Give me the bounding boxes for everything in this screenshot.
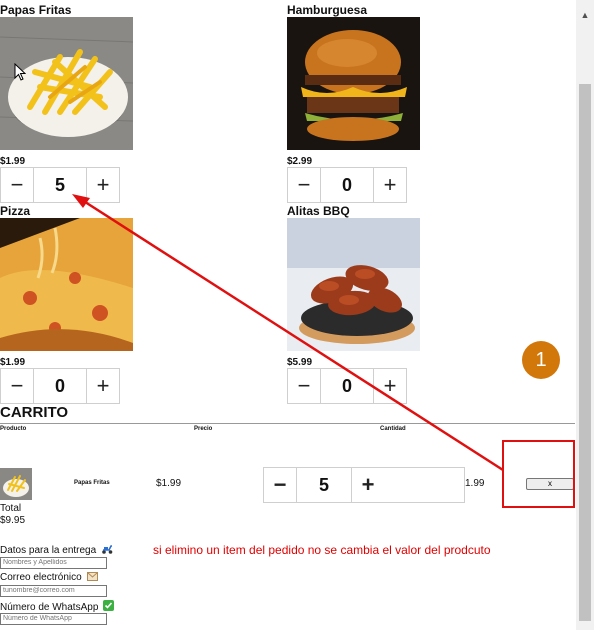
cart-header-quantity: Cantidad <box>380 426 406 432</box>
fries-photo <box>0 17 133 150</box>
product-card-papas-fritas: Papas Fritas $1.99 − 5 + <box>0 3 140 203</box>
whatsapp-label-text: Número de WhatsApp <box>0 602 99 613</box>
cart-header-product: Producto <box>0 426 27 432</box>
product-name: Alitas BBQ <box>287 204 350 218</box>
bug-note: si elimino un item del pedido no se camb… <box>153 543 491 557</box>
whatsapp-label: Número de WhatsApp <box>0 600 115 613</box>
increment-button[interactable]: + <box>352 468 384 502</box>
increment-button[interactable]: + <box>87 168 119 202</box>
product-price: $1.99 <box>0 156 26 167</box>
check-mark-icon <box>103 600 115 611</box>
decrement-button[interactable]: − <box>1 369 33 403</box>
cart-header-price: Precio <box>194 426 213 432</box>
quantity-stepper: − 5 + <box>0 167 120 203</box>
whatsapp-input[interactable] <box>0 613 107 625</box>
scroll-up-arrow-icon[interactable]: ▲ <box>576 0 594 30</box>
decrement-button[interactable]: − <box>264 468 296 502</box>
total-label: Total <box>0 503 22 514</box>
total-value: $9.95 <box>0 515 26 526</box>
increment-button[interactable]: + <box>374 168 406 202</box>
decrement-button[interactable]: − <box>288 369 320 403</box>
cart-item-price: $1.99 <box>156 478 182 489</box>
product-card-alitas-bbq: Alitas BBQ $5.99 − 0 + <box>287 204 427 404</box>
vertical-scrollbar[interactable]: ▲ <box>576 0 594 630</box>
quantity-stepper: − 0 + <box>287 368 407 404</box>
product-price: $5.99 <box>287 357 313 368</box>
divider <box>0 423 575 424</box>
page: Papas Fritas $1.99 − 5 + Hamburguesa $2.… <box>0 0 576 630</box>
quantity-stepper: − 0 + <box>287 167 407 203</box>
product-card-hamburguesa: Hamburguesa $2.99 − 0 + <box>287 3 427 203</box>
increment-button[interactable]: + <box>374 369 406 403</box>
burger-photo <box>287 17 420 150</box>
wings-photo <box>287 218 420 351</box>
quantity-stepper: − 0 + <box>0 368 120 404</box>
cart-item-subtotal: 1.99 <box>465 478 485 489</box>
decrement-button[interactable]: − <box>1 168 33 202</box>
delivery-title-text: Datos para la entrega <box>0 545 97 556</box>
product-name: Pizza <box>0 204 31 218</box>
remove-item-button[interactable]: x <box>526 478 574 490</box>
product-price: $2.99 <box>287 156 313 167</box>
product-name: Papas Fritas <box>0 3 72 17</box>
quantity-value[interactable]: 0 <box>33 369 87 403</box>
product-card-pizza: Pizza $1.99 − 0 + <box>0 204 140 404</box>
email-label: Correo electrónico <box>0 572 98 583</box>
email-input[interactable] <box>0 585 107 597</box>
cart-quantity-value[interactable]: 5 <box>296 468 352 502</box>
name-input[interactable] <box>0 557 107 569</box>
quantity-value[interactable]: 0 <box>320 369 374 403</box>
cart-quantity-stepper: − 5 + <box>263 467 465 503</box>
email-label-text: Correo electrónico <box>0 572 82 583</box>
scroll-thumb[interactable] <box>579 84 591 621</box>
scooter-icon <box>101 544 113 554</box>
pizza-photo <box>0 218 133 351</box>
cart-item-name: Papas Fritas <box>74 480 110 486</box>
delivery-title: Datos para la entrega <box>0 544 113 556</box>
product-name: Hamburguesa <box>287 3 368 17</box>
increment-button[interactable]: + <box>87 369 119 403</box>
product-price: $1.99 <box>0 357 26 368</box>
cart-title: CARRITO <box>0 404 69 421</box>
quantity-value[interactable]: 5 <box>33 168 87 202</box>
mouse-cursor-icon <box>14 63 26 81</box>
decrement-button[interactable]: − <box>288 168 320 202</box>
quantity-value[interactable]: 0 <box>320 168 374 202</box>
cart-item-thumbnail <box>0 468 32 500</box>
envelope-icon <box>86 572 98 581</box>
